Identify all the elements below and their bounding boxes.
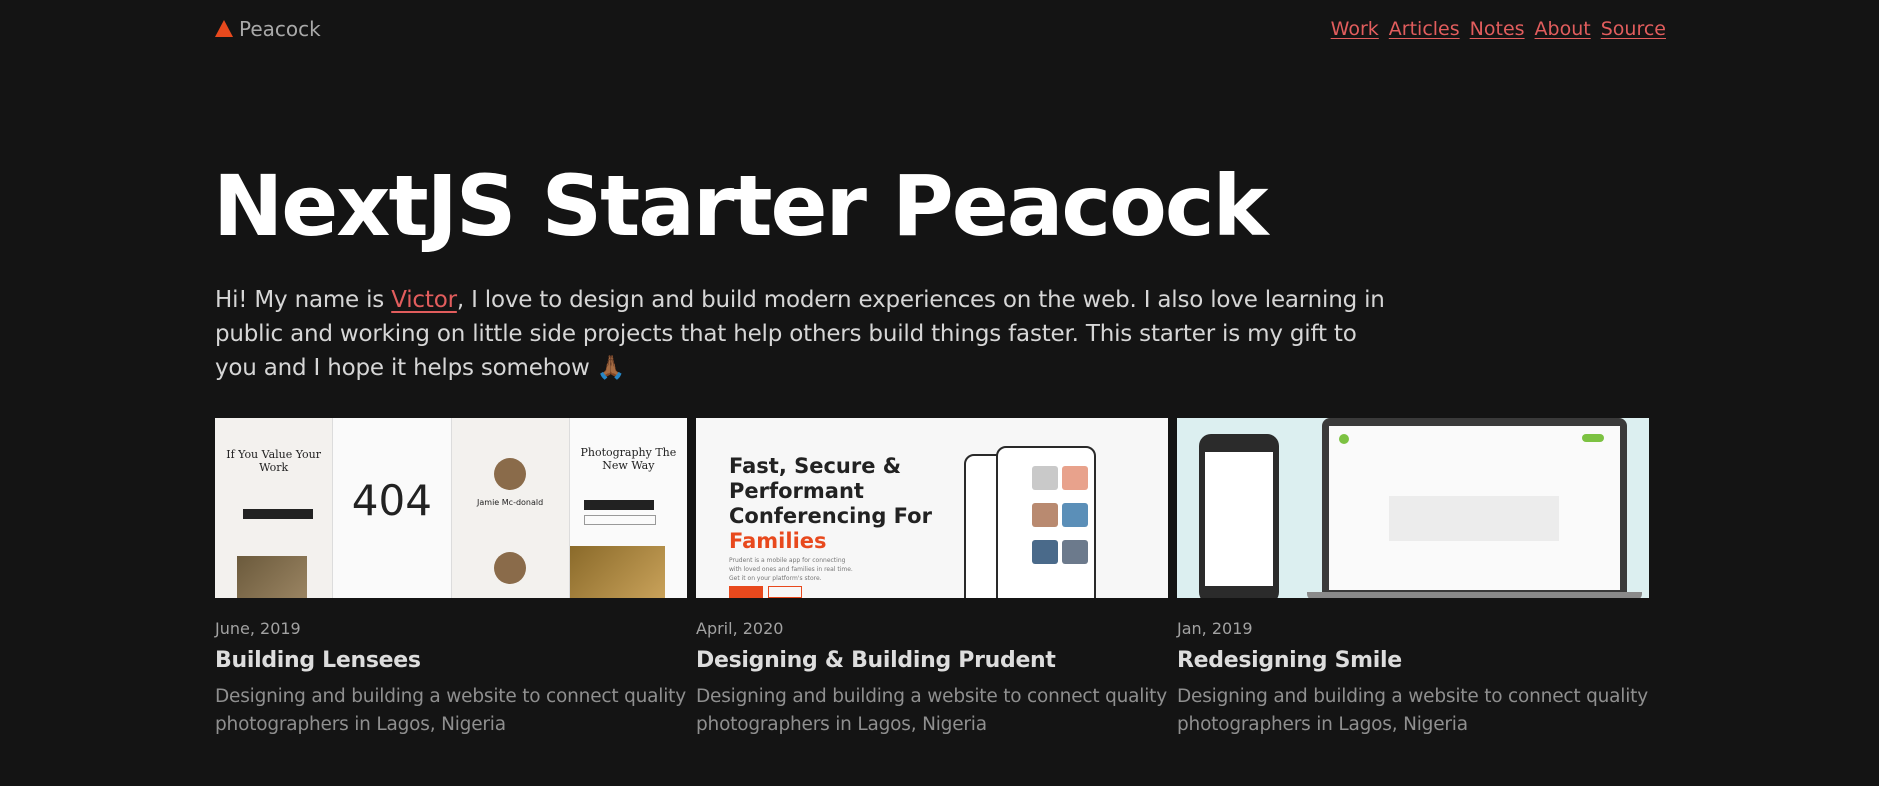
project-description: Designing and building a website to conn… [215,686,686,735]
mockup-headline: If You Value Your Work [226,448,322,474]
nav-link-source[interactable]: Source [1601,18,1666,40]
mockup-laptop-base [1307,592,1642,598]
project-title[interactable]: Building Lensees [215,648,687,673]
project-thumbnail[interactable]: Fast, Secure & Performant Conferencing F… [696,418,1168,598]
mockup-404: 404 [351,476,432,525]
mockup-button [583,515,656,525]
nav-link-work[interactable]: Work [1331,18,1379,40]
mockup-photo [1062,540,1088,564]
mockup-panel [1389,496,1559,541]
project-card-lensees[interactable]: If You Value Your Work 404 Jamie Mc-dona… [215,418,687,739]
site-header: Peacock Work Articles Notes About Source [215,14,1666,44]
nav-link-about[interactable]: About [1535,18,1591,40]
mockup-headline-line: Fast, Secure & [729,454,902,478]
project-description: Designing and building a website to conn… [1177,686,1648,735]
avatar [494,552,527,584]
project-date: April, 2020 [696,619,784,638]
mockup-screen: Jamie Mc-donald [451,418,570,598]
mockup-photo [1032,503,1058,527]
mockup-screen: Photography The New Way [569,418,687,598]
mockup-button [1582,434,1604,442]
mockup-headline: Fast, Secure & Performant Conferencing F… [729,454,932,554]
brand-name: Peacock [239,17,321,41]
mockup-button [768,586,802,598]
mockup-phone-screen [1205,452,1273,586]
mockup-photo [237,556,307,598]
peacock-logo-icon [215,19,233,37]
mockup-laptop [1322,418,1627,594]
mockup-photo [1032,466,1058,490]
mockup-photo [1062,503,1088,527]
mockup-headline: Photography The New Way [580,446,677,472]
nav-link-notes[interactable]: Notes [1470,18,1525,40]
smile-logo-icon [1339,434,1349,444]
author-link[interactable]: Victor [391,287,457,313]
mockup-photo [1062,466,1088,490]
project-thumbnail[interactable] [1177,418,1649,598]
project-title[interactable]: Redesigning Smile [1177,648,1649,673]
project-title[interactable]: Designing & Building Prudent [696,648,1168,673]
intro-paragraph: Hi! My name is Victor, I love to design … [215,283,1385,385]
mockup-button [583,500,654,510]
project-card-prudent[interactable]: Fast, Secure & Performant Conferencing F… [696,418,1168,739]
mockup-phone [1199,434,1279,598]
project-date: Jan, 2019 [1177,619,1253,638]
nav-link-articles[interactable]: Articles [1389,18,1460,40]
mockup-photo [569,546,665,598]
page-title: NextJS Starter Peacock [213,157,1269,255]
project-description: Designing and building a website to conn… [696,686,1167,735]
project-list: If You Value Your Work 404 Jamie Mc-dona… [215,418,1649,739]
mockup-screen: If You Value Your Work [215,418,334,598]
avatar [494,458,527,490]
main-nav: Work Articles Notes About Source [1331,18,1666,40]
mockup-screen: 404 [333,418,452,598]
mockup-photo [1032,540,1058,564]
page: Peacock Work Articles Notes About Source… [0,0,1879,786]
mockup-headline-line: Performant [729,479,864,503]
mockup-subtext: Prudent is a mobile app for connecting w… [729,557,853,582]
mockup-laptop-screen [1329,426,1620,590]
project-date: June, 2019 [215,619,301,638]
project-thumbnail[interactable]: If You Value Your Work 404 Jamie Mc-dona… [215,418,687,598]
mockup-headline-accent: Families [729,529,827,553]
brand-link[interactable]: Peacock [215,17,321,41]
intro-text-before: Hi! My name is [215,287,392,313]
project-card-smile[interactable]: Jan, 2019 Redesigning Smile Designing an… [1177,418,1649,739]
mockup-button [729,586,763,598]
mockup-button [243,509,313,519]
mockup-profile-name: Jamie Mc-donald [477,498,544,507]
mockup-headline-line: Conferencing For [729,504,932,528]
